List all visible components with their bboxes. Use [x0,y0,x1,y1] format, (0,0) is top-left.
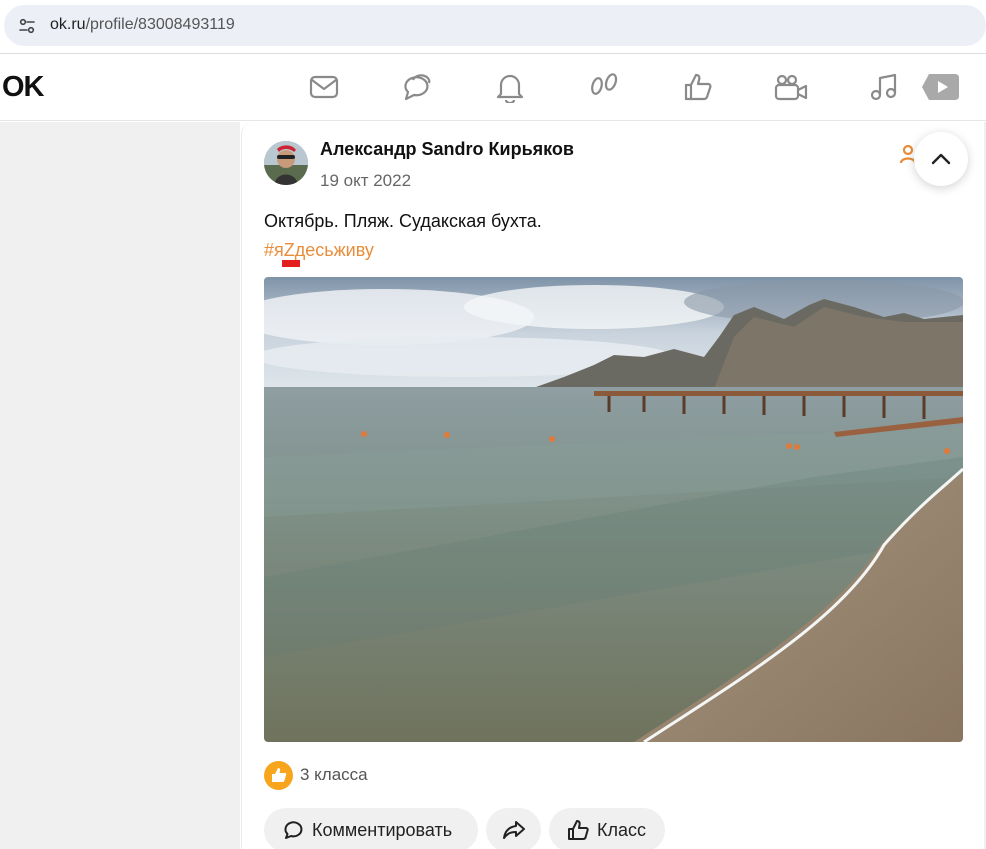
share-icon [502,819,526,841]
comment-icon [282,819,304,841]
comment-button[interactable]: Комментировать [264,808,478,849]
chat-icon[interactable] [399,69,435,105]
site-header: OK [0,55,986,121]
mail-icon[interactable] [306,69,342,105]
like-badge-icon [264,760,293,790]
bell-icon[interactable] [492,69,528,105]
share-button[interactable] [486,808,541,849]
url-host: ok.ru [50,16,86,33]
browser-toolbar: ok.ru/profile/83008493119 [0,0,986,54]
likes-summary[interactable]: 3 класса [264,760,368,790]
footprints-icon[interactable] [586,69,622,105]
feed-post: Александр Sandro Кирьяков 19 окт 2022 Ок… [241,122,984,849]
post-text: Октябрь. Пляж. Судакская бухта. [264,211,542,231]
likes-count: 3 класса [300,765,368,784]
chevron-up-icon [931,153,951,165]
url-text[interactable]: ok.ru/profile/83008493119 [50,16,235,34]
video-camera-icon[interactable] [773,69,809,105]
thumbs-up-icon [567,819,589,841]
ok-logo[interactable]: OK [2,71,44,104]
post-photo[interactable] [264,277,963,742]
post-date[interactable]: 19 окт 2022 [320,171,411,191]
hashtag-link[interactable]: #яZдесьживу [264,240,374,261]
author-avatar[interactable] [264,141,308,185]
address-bar[interactable]: ok.ru/profile/83008493119 [4,5,986,46]
video-play-icon[interactable] [921,69,961,105]
left-sidebar [0,122,240,849]
like-button[interactable]: Класс [549,808,665,849]
comment-label: Комментировать [312,819,453,840]
thumbs-up-icon[interactable] [680,69,716,105]
music-icon[interactable] [866,69,902,105]
site-info-icon[interactable] [14,13,40,39]
scroll-to-top-button[interactable] [914,132,968,186]
author-name[interactable]: Александр Sandro Кирьяков [320,139,574,160]
flag-emoji [282,260,300,267]
like-label: Класс [597,819,646,840]
url-path: /profile/83008493119 [85,16,235,33]
